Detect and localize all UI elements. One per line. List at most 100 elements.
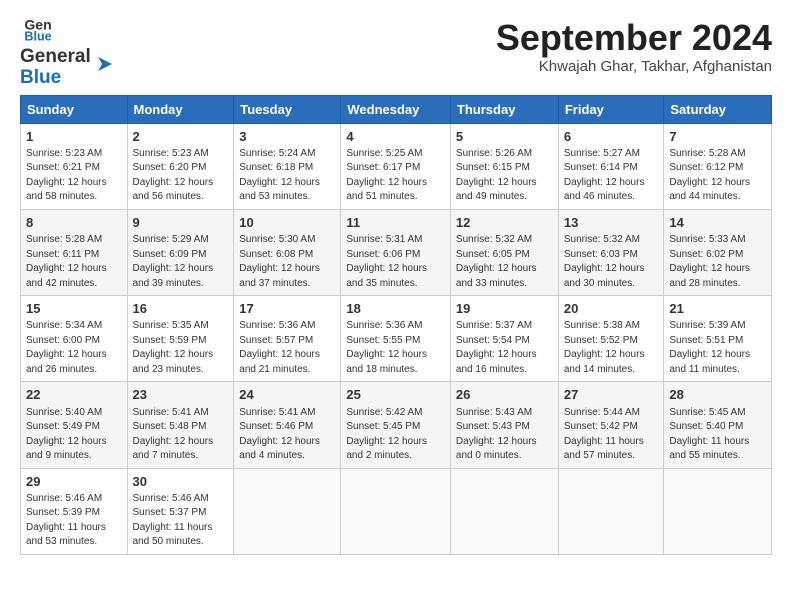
day-info: Sunrise: 5:43 AM Sunset: 5:43 PM Dayligh…: [456, 406, 553, 464]
week-row-4: 22 Sunrise: 5:40 AM Sunset: 5:49 PM Dayli…: [21, 382, 772, 468]
day-info: Sunrise: 5:42 AM Sunset: 5:45 PM Dayligh…: [346, 406, 445, 464]
weekday-header-thursday: Thursday: [450, 95, 558, 123]
day-info: Sunrise: 5:34 AM Sunset: 6:00 PM Dayligh…: [26, 319, 122, 377]
day-number: 11: [346, 214, 445, 232]
location-subtitle: Khwajah Ghar, Takhar, Afghanistan: [496, 58, 772, 75]
day-number: 29: [26, 473, 122, 491]
calendar-cell: 10Sunrise: 5:30 AM Sunset: 6:08 PM Dayli…: [234, 209, 341, 295]
calendar-cell: 18Sunrise: 5:36 AM Sunset: 5:55 PM Dayli…: [341, 296, 451, 382]
calendar-cell: [341, 468, 451, 554]
day-number: 7: [669, 128, 766, 146]
day-number: 23: [133, 386, 229, 404]
calendar-cell: 6Sunrise: 5:27 AM Sunset: 6:14 PM Daylig…: [558, 123, 664, 209]
day-info: Sunrise: 5:46 AM Sunset: 5:39 PM Dayligh…: [26, 492, 122, 550]
weekday-header-wednesday: Wednesday: [341, 95, 451, 123]
day-info: Sunrise: 5:41 AM Sunset: 5:48 PM Dayligh…: [133, 406, 229, 464]
weekday-header-friday: Friday: [558, 95, 664, 123]
calendar-cell: 25Sunrise: 5:42 AM Sunset: 5:45 PM Dayli…: [341, 382, 451, 468]
calendar-cell: 9Sunrise: 5:29 AM Sunset: 6:09 PM Daylig…: [127, 209, 234, 295]
calendar-cell: [234, 468, 341, 554]
day-info: Sunrise: 5:24 AM Sunset: 6:18 PM Dayligh…: [239, 147, 335, 205]
calendar-header: SundayMondayTuesdayWednesdayThursdayFrid…: [21, 95, 772, 123]
day-info: Sunrise: 5:38 AM Sunset: 5:52 PM Dayligh…: [564, 319, 659, 377]
day-number: 4: [346, 128, 445, 146]
logo-icon: [94, 53, 116, 75]
logo-blue: Blue: [20, 68, 91, 89]
calendar-cell: [558, 468, 664, 554]
day-info: Sunrise: 5:44 AM Sunset: 5:42 PM Dayligh…: [564, 406, 659, 464]
day-info: Sunrise: 5:41 AM Sunset: 5:46 PM Dayligh…: [239, 406, 335, 464]
calendar-cell: 30Sunrise: 5:46 AM Sunset: 5:37 PM Dayli…: [127, 468, 234, 554]
calendar-cell: 2Sunrise: 5:23 AM Sunset: 6:20 PM Daylig…: [127, 123, 234, 209]
calendar-cell: 22 Sunrise: 5:40 AM Sunset: 5:49 PM Dayli…: [21, 382, 128, 468]
day-info: Sunrise: 5:29 AM Sunset: 6:09 PM Dayligh…: [133, 233, 229, 291]
day-number: 12: [456, 214, 553, 232]
calendar-cell: 28 Sunrise: 5:45 AM Sunset: 5:40 PM Dayli…: [664, 382, 772, 468]
week-row-2: 8Sunrise: 5:28 AM Sunset: 6:11 PM Daylig…: [21, 209, 772, 295]
day-number: 9: [133, 214, 229, 232]
svg-text:Blue: Blue: [24, 30, 51, 42]
calendar-cell: 29Sunrise: 5:46 AM Sunset: 5:39 PM Dayli…: [21, 468, 128, 554]
day-info: Sunrise: 5:37 AM Sunset: 5:54 PM Dayligh…: [456, 319, 553, 377]
day-number: 6: [564, 128, 659, 146]
calendar-cell: 19Sunrise: 5:37 AM Sunset: 5:54 PM Dayli…: [450, 296, 558, 382]
day-number: 15: [26, 300, 122, 318]
day-number: 30: [133, 473, 229, 491]
day-number: 5: [456, 128, 553, 146]
logo: General Blue General Blue: [20, 18, 116, 89]
logo-area: General Blue General Blue: [20, 18, 116, 89]
calendar-cell: 24 Sunrise: 5:41 AM Sunset: 5:46 PM Dayli…: [234, 382, 341, 468]
calendar-cell: 23 Sunrise: 5:41 AM Sunset: 5:48 PM Dayli…: [127, 382, 234, 468]
day-info: Sunrise: 5:36 AM Sunset: 5:55 PM Dayligh…: [346, 319, 445, 377]
day-info: Sunrise: 5:45 AM Sunset: 5:40 PM Dayligh…: [669, 406, 766, 464]
day-info: Sunrise: 5:33 AM Sunset: 6:02 PM Dayligh…: [669, 233, 766, 291]
week-row-3: 15Sunrise: 5:34 AM Sunset: 6:00 PM Dayli…: [21, 296, 772, 382]
day-info: Sunrise: 5:39 AM Sunset: 5:51 PM Dayligh…: [669, 319, 766, 377]
day-number: 10: [239, 214, 335, 232]
day-number: 8: [26, 214, 122, 232]
day-number: 27: [564, 386, 659, 404]
calendar-cell: 12Sunrise: 5:32 AM Sunset: 6:05 PM Dayli…: [450, 209, 558, 295]
calendar-cell: 7Sunrise: 5:28 AM Sunset: 6:12 PM Daylig…: [664, 123, 772, 209]
day-info: Sunrise: 5:26 AM Sunset: 6:15 PM Dayligh…: [456, 147, 553, 205]
day-number: 24: [239, 386, 335, 404]
day-info: Sunrise: 5:23 AM Sunset: 6:20 PM Dayligh…: [133, 147, 229, 205]
month-title: September 2024: [496, 18, 772, 58]
day-info: Sunrise: 5:28 AM Sunset: 6:11 PM Dayligh…: [26, 233, 122, 291]
calendar-table: SundayMondayTuesdayWednesdayThursdayFrid…: [20, 95, 772, 555]
calendar-cell: 3Sunrise: 5:24 AM Sunset: 6:18 PM Daylig…: [234, 123, 341, 209]
calendar-cell: [450, 468, 558, 554]
day-info: Sunrise: 5:31 AM Sunset: 6:06 PM Dayligh…: [346, 233, 445, 291]
day-info: Sunrise: 5:30 AM Sunset: 6:08 PM Dayligh…: [239, 233, 335, 291]
day-number: 19: [456, 300, 553, 318]
day-number: 18: [346, 300, 445, 318]
day-info: Sunrise: 5:25 AM Sunset: 6:17 PM Dayligh…: [346, 147, 445, 205]
weekday-header-saturday: Saturday: [664, 95, 772, 123]
calendar-cell: 20Sunrise: 5:38 AM Sunset: 5:52 PM Dayli…: [558, 296, 664, 382]
weekday-header-row: SundayMondayTuesdayWednesdayThursdayFrid…: [21, 95, 772, 123]
day-info: Sunrise: 5:32 AM Sunset: 6:05 PM Dayligh…: [456, 233, 553, 291]
week-row-5: 29Sunrise: 5:46 AM Sunset: 5:39 PM Dayli…: [21, 468, 772, 554]
day-number: 22: [26, 386, 122, 404]
calendar-cell: 15Sunrise: 5:34 AM Sunset: 6:00 PM Dayli…: [21, 296, 128, 382]
calendar-cell: 1Sunrise: 5:23 AM Sunset: 6:21 PM Daylig…: [21, 123, 128, 209]
calendar-cell: [664, 468, 772, 554]
calendar-cell: 26 Sunrise: 5:43 AM Sunset: 5:43 PM Dayli…: [450, 382, 558, 468]
day-info: Sunrise: 5:35 AM Sunset: 5:59 PM Dayligh…: [133, 319, 229, 377]
week-row-1: 1Sunrise: 5:23 AM Sunset: 6:21 PM Daylig…: [21, 123, 772, 209]
weekday-header-tuesday: Tuesday: [234, 95, 341, 123]
day-info: Sunrise: 5:40 AM Sunset: 5:49 PM Dayligh…: [26, 406, 122, 464]
calendar-cell: 13Sunrise: 5:32 AM Sunset: 6:03 PM Dayli…: [558, 209, 664, 295]
day-number: 16: [133, 300, 229, 318]
day-info: Sunrise: 5:27 AM Sunset: 6:14 PM Dayligh…: [564, 147, 659, 205]
day-info: Sunrise: 5:46 AM Sunset: 5:37 PM Dayligh…: [133, 492, 229, 550]
calendar-cell: 16Sunrise: 5:35 AM Sunset: 5:59 PM Dayli…: [127, 296, 234, 382]
weekday-header-sunday: Sunday: [21, 95, 128, 123]
calendar-body: 1Sunrise: 5:23 AM Sunset: 6:21 PM Daylig…: [21, 123, 772, 554]
day-number: 26: [456, 386, 553, 404]
day-info: Sunrise: 5:23 AM Sunset: 6:21 PM Dayligh…: [26, 147, 122, 205]
page: General Blue General Blue September 2024…: [0, 0, 792, 565]
calendar-cell: 11Sunrise: 5:31 AM Sunset: 6:06 PM Dayli…: [341, 209, 451, 295]
calendar-cell: 8Sunrise: 5:28 AM Sunset: 6:11 PM Daylig…: [21, 209, 128, 295]
day-number: 28: [669, 386, 766, 404]
